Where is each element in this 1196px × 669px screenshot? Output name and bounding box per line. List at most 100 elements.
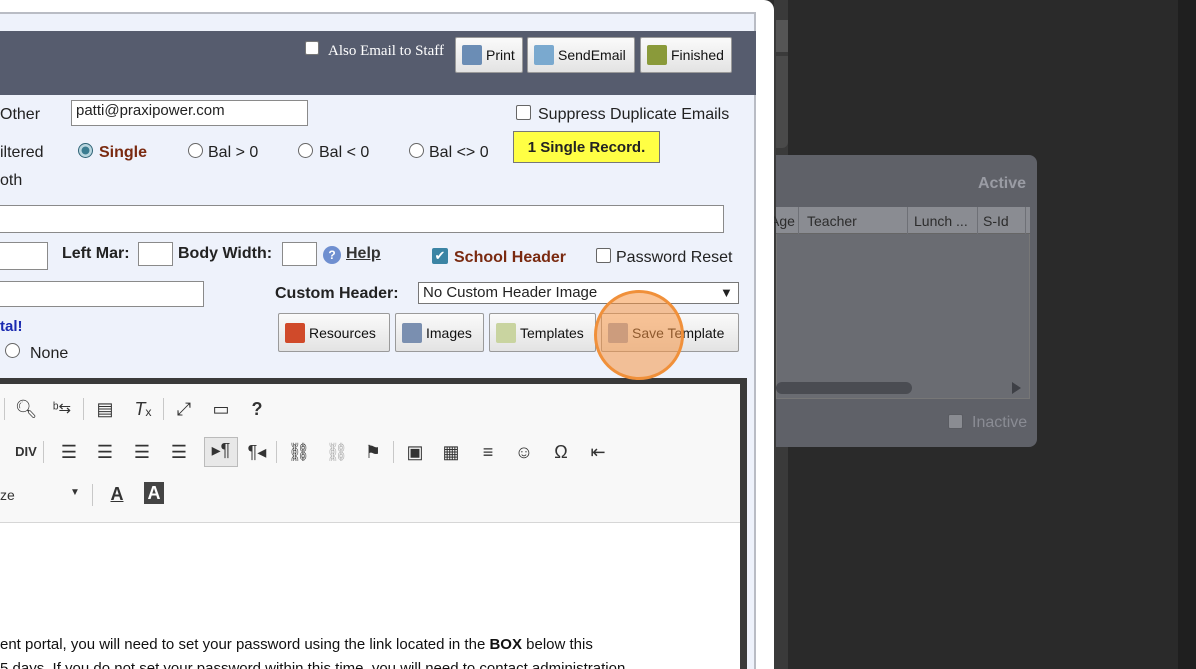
password-reset-checkbox[interactable] bbox=[596, 248, 611, 263]
inactive-checkbox[interactable] bbox=[948, 414, 963, 429]
anchor-flag-icon[interactable]: ⚑ bbox=[360, 440, 386, 464]
portal-notice: tal! bbox=[0, 318, 23, 335]
images-button[interactable]: Images bbox=[395, 313, 484, 352]
left-margin-input[interactable] bbox=[138, 242, 173, 266]
background-edge bbox=[1178, 0, 1196, 669]
grid-column-lunch[interactable]: Lunch ... bbox=[914, 213, 968, 229]
other-email-input[interactable]: patti@praxipower.com bbox=[71, 100, 308, 126]
pdf-icon bbox=[285, 322, 305, 343]
print-button-label: Print bbox=[486, 47, 515, 63]
grid-column-sid[interactable]: S-Id bbox=[983, 213, 1009, 229]
bal-ne-zero-radio[interactable] bbox=[409, 143, 424, 158]
filtered-label: iltered bbox=[0, 144, 44, 161]
special-char-icon[interactable]: Ω bbox=[548, 440, 574, 464]
about-icon[interactable]: ? bbox=[244, 397, 270, 421]
images-button-label: Images bbox=[426, 324, 472, 341]
page-break-icon[interactable]: ⇤ bbox=[585, 440, 611, 464]
top-margin-input[interactable] bbox=[0, 242, 48, 270]
suppress-duplicates-checkbox[interactable] bbox=[516, 105, 531, 120]
select-all-icon[interactable]: ▤ bbox=[92, 397, 118, 421]
help-icon[interactable]: ? bbox=[323, 246, 341, 264]
password-reset-label: Password Reset bbox=[616, 249, 733, 266]
remove-format-icon[interactable]: Tₓ bbox=[130, 397, 156, 421]
student-grid bbox=[776, 207, 1030, 399]
grid-horizontal-scrollbar[interactable] bbox=[776, 382, 912, 394]
bal-ne-zero-label: Bal <> 0 bbox=[429, 144, 489, 161]
none-radio[interactable] bbox=[5, 343, 20, 358]
align-left-icon[interactable]: ☰ bbox=[56, 440, 82, 464]
maximize-icon[interactable]: ⤢ bbox=[171, 397, 197, 421]
editor-body-line-1: ent portal, you will need to set your pa… bbox=[0, 636, 593, 653]
school-header-label: School Header bbox=[454, 249, 567, 266]
active-tab-title[interactable]: Active bbox=[978, 175, 1026, 193]
grid-divider bbox=[1025, 207, 1026, 234]
school-header-checkbox[interactable]: ✔ bbox=[432, 248, 448, 264]
add-template-icon bbox=[496, 322, 516, 343]
find-icon[interactable]: 🔍︎ bbox=[13, 397, 39, 421]
replace-icon[interactable]: ᵇ⇆ bbox=[49, 397, 75, 421]
create-div-icon[interactable]: DIV bbox=[13, 440, 39, 464]
background-tab bbox=[776, 20, 788, 52]
text-direction-ltr-icon[interactable]: ▸¶ bbox=[204, 437, 238, 467]
grid-divider bbox=[907, 207, 908, 234]
editor-body-line-2: 5 days. If you do not set your password … bbox=[0, 660, 630, 669]
templates-button[interactable]: Templates bbox=[489, 313, 596, 352]
exit-door-icon bbox=[647, 45, 667, 65]
printer-icon bbox=[462, 45, 482, 65]
single-radio-label: Single bbox=[99, 144, 148, 161]
record-count-badge: 1 Single Record. bbox=[513, 131, 660, 163]
student-grid-header: Age Teacher Lunch ... S-Id bbox=[770, 207, 1030, 234]
body-width-input[interactable] bbox=[282, 242, 317, 266]
text-direction-rtl-icon[interactable]: ¶◂ bbox=[244, 440, 270, 464]
grid-column-teacher[interactable]: Teacher bbox=[807, 213, 857, 229]
help-link[interactable]: Help bbox=[346, 245, 381, 263]
click-highlight-ring bbox=[594, 290, 684, 380]
font-size-chevron-icon[interactable]: ▼ bbox=[70, 487, 80, 498]
background-tab-lower bbox=[776, 56, 788, 148]
templates-button-label: Templates bbox=[520, 324, 584, 341]
grid-divider bbox=[798, 207, 799, 234]
subject-input[interactable] bbox=[0, 205, 724, 233]
finished-button-label: Finished bbox=[671, 47, 724, 63]
custom-header-select[interactable]: No Custom Header Image bbox=[418, 282, 739, 304]
background-color-icon[interactable]: A bbox=[144, 482, 164, 504]
chevron-down-icon[interactable]: ▼ bbox=[720, 282, 733, 304]
font-size-dropdown[interactable]: ze bbox=[0, 487, 15, 503]
resources-button[interactable]: Resources bbox=[278, 313, 390, 352]
text-color-icon[interactable]: A bbox=[104, 482, 130, 506]
grid-divider bbox=[977, 207, 978, 234]
suppress-duplicates-label: Suppress Duplicate Emails bbox=[538, 106, 730, 123]
align-center-icon[interactable]: ☰ bbox=[92, 440, 118, 464]
send-email-button-label: SendEmail bbox=[558, 47, 626, 63]
link-icon[interactable]: ⛓ bbox=[286, 440, 312, 464]
reply-to-input[interactable] bbox=[0, 281, 204, 307]
bal-lt-zero-radio[interactable] bbox=[298, 143, 313, 158]
bal-lt-zero-label: Bal < 0 bbox=[319, 144, 370, 161]
also-email-staff-checkbox[interactable] bbox=[305, 41, 319, 55]
bal-gt-zero-label: Bal > 0 bbox=[208, 144, 259, 161]
custom-header-label: Custom Header: bbox=[275, 285, 399, 302]
envelope-icon bbox=[534, 45, 554, 65]
editor-toolbar: 🔍︎ ᵇ⇆ ▤ Tₓ ⤢ ▭ ? DIV ☰ ☰ ☰ ☰ ▸¶ ¶◂ ⛓ ⛓ ⚑… bbox=[0, 384, 740, 523]
unlink-icon[interactable]: ⛓ bbox=[324, 440, 350, 464]
show-blocks-icon[interactable]: ▭ bbox=[208, 397, 234, 421]
smiley-icon[interactable]: ☺ bbox=[511, 440, 537, 464]
single-radio[interactable] bbox=[78, 143, 93, 158]
inactive-label: Inactive bbox=[972, 414, 1028, 431]
both-label: oth bbox=[0, 172, 23, 189]
other-email-label: Other bbox=[0, 106, 41, 123]
resources-button-label: Resources bbox=[309, 324, 376, 341]
none-radio-label: None bbox=[30, 345, 69, 362]
table-icon[interactable]: ▦ bbox=[438, 440, 464, 464]
scroll-right-arrow-icon[interactable] bbox=[1012, 382, 1021, 394]
horizontal-line-icon[interactable]: ≡ bbox=[475, 440, 501, 464]
print-button[interactable]: Print bbox=[455, 37, 523, 73]
bal-gt-zero-radio[interactable] bbox=[188, 143, 203, 158]
finished-button[interactable]: Finished bbox=[640, 37, 732, 73]
align-right-icon[interactable]: ☰ bbox=[129, 440, 155, 464]
body-width-label: Body Width: bbox=[178, 245, 273, 262]
image-icon[interactable]: ▣ bbox=[402, 440, 428, 464]
send-email-button[interactable]: SendEmail bbox=[527, 37, 635, 73]
justify-icon[interactable]: ☰ bbox=[166, 440, 192, 464]
also-email-staff-label: Also Email to Staff bbox=[328, 43, 444, 59]
